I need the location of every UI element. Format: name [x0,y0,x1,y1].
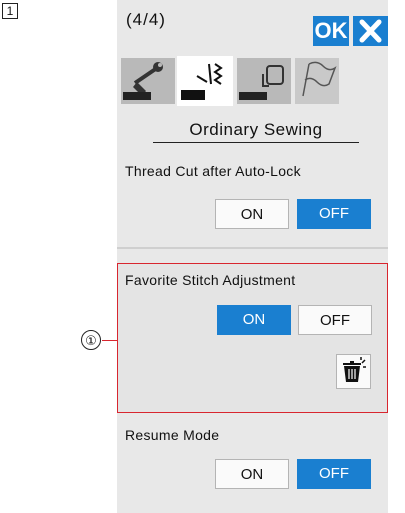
thread-cut-on-button[interactable]: ON [215,199,289,229]
page-indicator: (4/4) [126,10,166,29]
favorite-stitch-label: Favorite Stitch Adjustment [125,272,296,288]
wrench-machine-icon [121,58,175,104]
favorite-stitch-on-button[interactable]: ON [217,305,291,335]
callout-number: ① [81,330,101,350]
section-title-underline [153,142,359,143]
resume-mode-on-button[interactable]: ON [215,459,289,489]
settings-screen-panel: (4/4) OK Ordinary Sewing Thread Cut afte… [117,0,388,513]
flag-icon [295,58,339,104]
resume-mode-label: Resume Mode [125,427,220,443]
close-x-icon [359,19,382,43]
thread-cut-label: Thread Cut after Auto-Lock [125,163,301,179]
section-divider [117,247,388,249]
resume-mode-off-button[interactable]: OFF [297,459,371,489]
step-number-label: 1 [2,3,18,19]
section-title: Ordinary Sewing [189,120,323,139]
embroidery-hoop-machine-icon [237,58,291,104]
tab-common-settings[interactable] [121,56,175,106]
favorite-stitch-off-button[interactable]: OFF [298,305,372,335]
thread-cut-off-button[interactable]: OFF [297,199,371,229]
tab-embroidery[interactable] [237,56,291,106]
sewing-stitch-machine-icon [177,56,233,106]
tab-ordinary-sewing[interactable] [177,56,233,106]
tab-language[interactable] [295,56,339,106]
callout-leader-line [102,340,117,341]
trash-delete-icon [343,357,366,382]
mode-tabs [117,56,388,108]
close-button[interactable] [353,16,388,46]
delete-favorite-button[interactable] [336,354,371,389]
ok-button[interactable]: OK [313,16,349,46]
